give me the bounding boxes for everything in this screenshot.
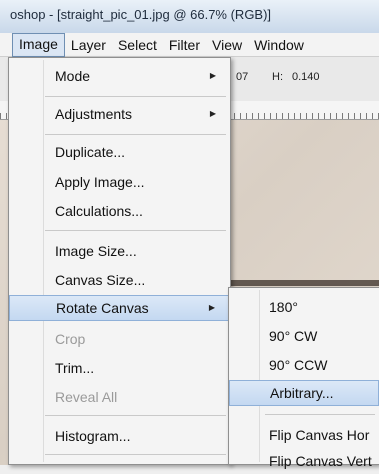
menu-filter[interactable]: Filter	[163, 34, 206, 56]
menu-item-trim[interactable]: Trim...	[9, 355, 230, 381]
menu-separator	[45, 134, 226, 135]
submenu-arrow-icon: ▶	[208, 303, 215, 312]
menu-item-rotate-180[interactable]: 180°	[229, 294, 379, 320]
menu-item-reveal-all: Reveal All	[55, 389, 118, 405]
menu-item-adjustments[interactable]: Adjustments ▶	[9, 101, 230, 127]
menu-item-rotate-arbitrary[interactable]: Arbitrary...	[229, 380, 379, 406]
menu-view[interactable]: View	[206, 34, 248, 56]
menu-item-canvas-size[interactable]: Canvas Size...	[9, 267, 230, 293]
menu-bar: Image Layer Select Filter View Window	[0, 32, 379, 57]
menu-item-apply-image[interactable]: Apply Image...	[9, 169, 230, 195]
menu-layer[interactable]: Layer	[65, 34, 112, 56]
height-value[interactable]: 0.140	[292, 71, 320, 83]
menu-item-calculations[interactable]: Calculations...	[9, 198, 230, 224]
menu-select[interactable]: Select	[112, 34, 163, 56]
menu-item-flip-vertical[interactable]: Flip Canvas Vert	[229, 448, 379, 474]
window-title: oshop - [straight_pic_01.jpg @ 66.7% (RG…	[0, 0, 379, 33]
height-label: H:	[272, 71, 283, 83]
menu-item-duplicate[interactable]: Duplicate...	[9, 139, 230, 165]
menu-separator	[45, 415, 226, 416]
menu-item-mode[interactable]: Mode ▶	[9, 63, 230, 89]
submenu-arrow-icon: ▶	[209, 109, 216, 118]
menu-item-image-size[interactable]: Image Size...	[9, 238, 230, 264]
rotate-canvas-submenu: 180° 90° CW 90° CCW Arbitrary... Flip Ca…	[228, 287, 379, 469]
menu-item-flip-horizontal[interactable]: Flip Canvas Hor	[229, 422, 379, 448]
menu-separator	[265, 414, 375, 415]
mode-label: Mode	[55, 68, 91, 84]
menu-image[interactable]: Image	[12, 32, 65, 57]
adjustments-label: Adjustments	[55, 106, 133, 122]
menu-item-rotate-90-cw[interactable]: 90° CW	[229, 323, 379, 349]
menu-item-crop: Crop	[55, 331, 86, 347]
menu-separator	[45, 96, 226, 97]
menu-separator	[45, 454, 226, 455]
menu-window[interactable]: Window	[248, 34, 310, 56]
menu-item-histogram[interactable]: Histogram...	[9, 423, 230, 449]
rotate-canvas-label: Rotate Canvas	[56, 300, 149, 316]
menu-item-rotate-90-ccw[interactable]: 90° CCW	[229, 352, 379, 378]
menu-item-rotate-canvas[interactable]: Rotate Canvas ▶	[9, 295, 230, 321]
menu-separator	[45, 230, 226, 231]
submenu-arrow-icon: ▶	[209, 71, 216, 80]
image-menu: Mode ▶ Adjustments ▶ Duplicate... Apply …	[8, 57, 231, 465]
width-value[interactable]: 07	[236, 71, 248, 83]
image-dark-line	[220, 280, 379, 286]
